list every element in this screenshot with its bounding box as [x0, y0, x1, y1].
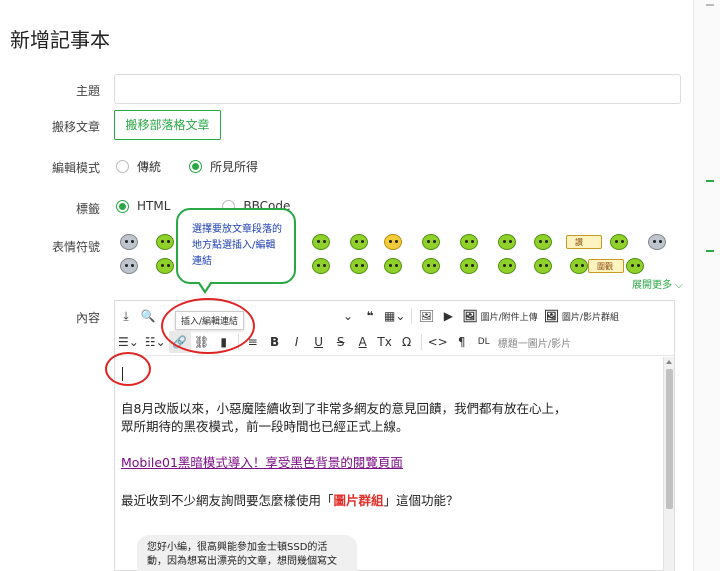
edit-mode-option-wysiwyg[interactable]: 所見所得 — [189, 158, 258, 175]
emoji-icon[interactable] — [460, 258, 478, 274]
emoji-icon[interactable] — [534, 234, 552, 250]
emoji-icon[interactable] — [156, 234, 174, 250]
emoji-icon[interactable] — [312, 258, 330, 274]
right-sidebar-strip — [694, 0, 720, 571]
emoji-icon[interactable] — [626, 258, 644, 274]
image-attachment-upload-button[interactable]: 🖼 圖片/附件上傳 — [459, 305, 540, 327]
radio-wysiwyg[interactable] — [189, 160, 203, 173]
content-link[interactable]: Mobile01黑暗模式導入！享受黑色背景的閱覽頁面 — [121, 453, 403, 473]
subject-label: 主題 — [75, 84, 100, 98]
editor-content[interactable]: 自8月改版以來，小惡魔陸續收到了非常多網友的意見回饋，我們都有放在心上， 眾所期… — [115, 357, 663, 571]
download-icon[interactable]: ⤓ — [115, 305, 137, 327]
quoted-chat-image: 您好小編，很高興能參加金士頓SSD的活 動，因為想寫出漂亮的文章，想問幾個寫文 — [137, 535, 357, 571]
font-color-button[interactable]: A — [352, 331, 374, 353]
content-paragraph: 眾所期待的黑夜模式，前一段時間也已經正式上線。 — [121, 419, 409, 434]
dl-button[interactable]: DL — [473, 331, 495, 353]
editor-scrollbar[interactable] — [663, 357, 674, 571]
edit-mode-label: 編輯模式 — [51, 161, 100, 175]
quote-icon[interactable]: ❝ — [359, 305, 381, 327]
emoji-icon[interactable] — [350, 258, 368, 274]
markup-label: 標籤 — [75, 202, 100, 216]
emoji-icon[interactable] — [534, 258, 552, 274]
content-paragraph: 自8月改版以來，小惡魔陸續收到了非常多網友的意見回饋，我們都有放在心上， — [121, 401, 567, 416]
emoji-box-icon[interactable]: 讚 — [566, 235, 602, 249]
annotation-bubble: 選擇要放文章段落的地方點選插入/編輯連結 — [176, 208, 296, 284]
emoji-icon[interactable] — [156, 258, 174, 274]
image-icon[interactable]: 🖼 — [415, 305, 437, 327]
emoji-icon[interactable] — [312, 234, 330, 250]
emoji-icon[interactable] — [384, 258, 402, 274]
emoji-icon[interactable] — [350, 234, 368, 250]
edit-mode-radio-group: 傳統 所見所得 — [116, 158, 286, 175]
underline-button[interactable]: U — [308, 331, 330, 353]
emoji-icon[interactable] — [120, 234, 138, 250]
scroll-up-arrow-icon[interactable] — [666, 360, 672, 364]
caption-input[interactable]: 標題一圖片/影片 — [495, 331, 574, 353]
emoji-icon[interactable] — [384, 234, 402, 250]
content-label: 內容 — [75, 311, 100, 325]
markup-option-html[interactable]: HTML — [116, 199, 170, 213]
emoji-icon[interactable] — [498, 234, 516, 250]
subject-input[interactable] — [114, 74, 681, 104]
annotation-circle-link-tool — [161, 298, 255, 354]
emoji-icon[interactable] — [422, 258, 440, 274]
emoji-icon[interactable] — [498, 258, 516, 274]
edit-mode-option-traditional[interactable]: 傳統 — [116, 158, 161, 175]
radio-traditional[interactable] — [116, 160, 129, 173]
emoji-icon[interactable] — [120, 258, 138, 274]
italic-button[interactable]: I — [286, 331, 308, 353]
table-icon[interactable]: ▦⌄ — [381, 305, 408, 327]
video-icon[interactable]: ▶ — [437, 305, 459, 327]
page-title: 新增記事本 — [10, 28, 110, 52]
source-code-button[interactable]: <> — [425, 331, 451, 353]
emoji-label: 表情符號 — [51, 240, 100, 254]
content-paragraph: 最近收到不少網友詢問要怎麼樣使用「圖片群組」這個功能？ — [121, 493, 459, 508]
emoji-icon[interactable] — [570, 258, 588, 274]
radio-html[interactable] — [116, 199, 129, 213]
chevron-down-icon[interactable]: ⌄ — [337, 305, 359, 327]
expand-more-link[interactable]: 展開更多 ⌵ — [632, 276, 683, 291]
paragraph-button[interactable]: ¶ — [451, 331, 473, 353]
emoji-icon[interactable] — [610, 234, 628, 250]
emoji-icon[interactable] — [648, 234, 666, 250]
annotation-circle-caret — [105, 352, 151, 386]
bullet-list-icon[interactable]: ☰⌄ — [115, 331, 142, 353]
clear-format-button[interactable]: Tx — [374, 331, 396, 353]
special-char-button[interactable]: Ω — [396, 331, 418, 353]
move-article-label: 搬移文章 — [51, 120, 100, 134]
emoji-icon[interactable] — [460, 234, 478, 250]
emoji-icon[interactable] — [422, 234, 440, 250]
image-video-group-button[interactable]: 🖼 圖片/影片群組 — [541, 305, 622, 327]
strikethrough-button[interactable]: S — [330, 331, 352, 353]
scroll-thumb[interactable] — [666, 369, 673, 509]
move-blog-article-button[interactable]: 搬移部落格文章 — [114, 110, 221, 140]
emoji-box-icon[interactable]: 圍觀 — [588, 259, 624, 273]
search-icon[interactable]: 🔍 — [137, 305, 159, 327]
bold-button[interactable]: B — [264, 331, 286, 353]
